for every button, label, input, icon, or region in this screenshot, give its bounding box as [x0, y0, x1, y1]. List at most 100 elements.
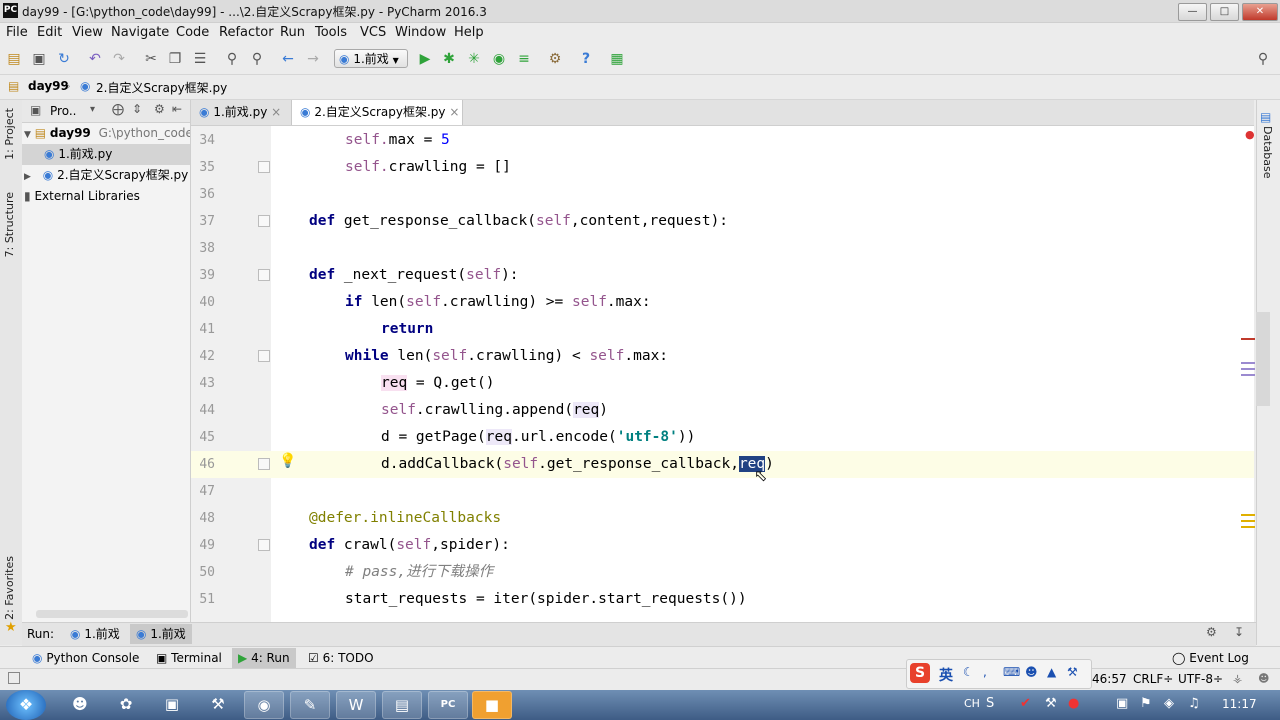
tab-1-qianxi[interactable]: ◉ 1.前戏.py × [191, 100, 292, 125]
run-icon[interactable]: ▶ [416, 50, 434, 68]
fold-marker-icon[interactable] [258, 539, 270, 551]
menu-tools[interactable]: Tools [315, 25, 347, 40]
tray-clock[interactable]: 11:17 [1222, 697, 1257, 711]
profile-icon[interactable]: ◉ [490, 50, 508, 68]
lock-icon[interactable]: ⚶ [1233, 672, 1242, 685]
tray-app-icon[interactable]: ⚒ [1045, 696, 1057, 711]
code-line[interactable]: 34 self.max = 5 [191, 127, 1254, 154]
sogou-ime-icon[interactable]: S [910, 663, 930, 683]
structure-tool-tab[interactable]: 7: Structure [3, 192, 16, 257]
open-folder-icon[interactable]: ▤ [5, 50, 23, 68]
taskbar-word-icon[interactable]: W [336, 691, 376, 719]
chevron-down-icon[interactable]: ▾ [90, 104, 95, 115]
favorites-tool-tab[interactable]: 2: Favorites [3, 556, 16, 620]
code-line[interactable]: 42 while len(self.crawlling) < self.max: [191, 343, 1254, 370]
tray-sogou-icon[interactable]: S [986, 696, 994, 711]
code-line[interactable]: 37 def get_response_callback(self,content… [191, 208, 1254, 235]
code-line[interactable]: 36 [191, 181, 1254, 208]
taskbar-chrome-icon[interactable]: ◉ [244, 691, 284, 719]
taskbar-app-icon[interactable]: ✿ [106, 691, 146, 719]
tray-network-icon[interactable]: ▣ [1116, 696, 1128, 711]
code-line[interactable]: 39 def _next_request(self): [191, 262, 1254, 289]
menu-file[interactable]: File [6, 25, 28, 40]
collapse-all-icon[interactable]: ⇕ [132, 102, 142, 116]
inspector-icon[interactable]: ☻ [1258, 672, 1269, 685]
sync-icon[interactable]: ↻ [55, 50, 73, 68]
run-tab[interactable]: ◉ 1.前戏 [64, 624, 126, 644]
usage-stripe-mark[interactable] [1241, 368, 1255, 370]
tree-root[interactable]: ▼ ▤ day99 G:\python_code\d [22, 123, 190, 144]
menu-edit[interactable]: Edit [37, 25, 62, 40]
code-line[interactable]: 48 @defer.inlineCallbacks [191, 505, 1254, 532]
database-tool-tab[interactable]: Database [1261, 126, 1274, 179]
user-icon[interactable]: ☻ [1025, 665, 1038, 679]
line-separator[interactable]: CRLF÷ [1133, 672, 1173, 686]
usage-stripe-mark[interactable] [1241, 362, 1255, 364]
code-line[interactable]: 40 if len(self.crawlling) >= self.max: [191, 289, 1254, 316]
toggle-tool-windows-icon[interactable] [8, 672, 20, 684]
taskbar-app-icon[interactable]: ☻ [60, 691, 100, 719]
minimize-button[interactable]: — [1178, 3, 1207, 21]
code-line[interactable]: 50 # pass,进行下载操作 [191, 559, 1254, 586]
close-button[interactable]: ✕ [1242, 3, 1278, 21]
code-editor[interactable]: 34 self.max = 5 35 self.crawlling = [] 36 37 d… [191, 126, 1254, 622]
warning-stripe-mark[interactable] [1241, 526, 1255, 528]
breadcrumb-project[interactable]: day99 [28, 79, 69, 93]
punctuation-icon[interactable]: , [983, 665, 987, 679]
warning-stripe-mark[interactable] [1241, 514, 1255, 516]
wrench-icon[interactable]: ⚒ [1067, 665, 1078, 679]
skin-icon[interactable]: ▲ [1047, 665, 1056, 679]
code-line[interactable]: 46 d.addCallback(self.get_response_callba… [191, 451, 1254, 478]
tray-record-icon[interactable]: ● [1068, 696, 1079, 711]
error-indicator-icon[interactable]: ● [1245, 128, 1255, 141]
gear-icon[interactable]: ⚙ [1206, 625, 1217, 639]
run-tool-button[interactable]: ▶ 4: Run [232, 648, 296, 668]
moon-icon[interactable]: ☾ [963, 665, 974, 679]
breadcrumb-file[interactable]: 2.自定义Scrapy框架.py [96, 79, 227, 96]
warning-stripe-mark[interactable] [1241, 520, 1255, 522]
project-view-select[interactable]: Pro.. [50, 104, 76, 118]
code-line[interactable]: 41 return [191, 316, 1254, 343]
lightbulb-icon[interactable]: 💡 [279, 453, 296, 469]
file-encoding[interactable]: UTF-8÷ [1178, 672, 1223, 686]
coverage-icon[interactable]: ✳ [465, 50, 483, 68]
code-line[interactable]: 44 self.crawlling.append(req) [191, 397, 1254, 424]
code-line[interactable]: 38 [191, 235, 1254, 262]
close-tab-icon[interactable]: × [271, 105, 281, 119]
code-line[interactable]: 47 [191, 478, 1254, 505]
tree-external-libraries[interactable]: ▮ External Libraries [22, 186, 190, 207]
help-icon[interactable]: ? [577, 50, 595, 68]
plugin-icon[interactable]: ▦ [608, 50, 626, 68]
fold-marker-icon[interactable] [258, 161, 270, 173]
tray-language[interactable]: CH [964, 697, 980, 710]
tree-file[interactable]: ◉ 1.前戏.py [22, 144, 190, 165]
debug-icon[interactable]: ✱ [440, 50, 458, 68]
fold-marker-icon[interactable] [258, 350, 270, 362]
forward-icon[interactable]: → [304, 50, 322, 68]
code-line[interactable]: 45 d = getPage(req.url.encode('utf-8')) [191, 424, 1254, 451]
taskbar-notepad-icon[interactable]: ✎ [290, 691, 330, 719]
tray-antivirus-icon[interactable]: ✔ [1020, 696, 1031, 711]
menu-view[interactable]: View [72, 25, 103, 40]
hide-panel-icon[interactable]: ⇤ [172, 102, 182, 116]
ime-language-toggle[interactable]: 英 [939, 665, 953, 685]
horizontal-scrollbar[interactable] [36, 610, 188, 618]
tray-volume-icon[interactable]: ♫ [1188, 696, 1200, 711]
tree-file[interactable]: ▶ ◉ 2.自定义Scrapy框架.py [22, 165, 190, 186]
terminal-button[interactable]: ▣ Terminal [156, 651, 222, 665]
caret-position[interactable]: 46:57 [1092, 672, 1127, 686]
code-line[interactable]: 51 start_requests = iter(spider.start_req… [191, 586, 1254, 613]
back-icon[interactable]: ← [279, 50, 297, 68]
code-line[interactable]: 35 self.crawlling = [] [191, 154, 1254, 181]
start-button[interactable]: ❖ [6, 690, 46, 720]
search-everywhere-icon[interactable]: ⚲ [1254, 50, 1272, 68]
menu-vcs[interactable]: VCS [360, 25, 386, 40]
save-all-icon[interactable]: ▣ [30, 50, 48, 68]
locate-icon[interactable]: ⨁ [112, 102, 124, 116]
menu-window[interactable]: Window [395, 25, 446, 40]
copy-icon[interactable]: ❐ [166, 50, 184, 68]
taskbar-save-icon[interactable]: ▣ [152, 691, 192, 719]
taskbar-explorer-icon[interactable]: ▤ [382, 691, 422, 719]
concurrency-icon[interactable]: ≡ [515, 50, 533, 68]
run-config-select[interactable]: ◉ 1.前戏 ▼ [334, 49, 408, 68]
